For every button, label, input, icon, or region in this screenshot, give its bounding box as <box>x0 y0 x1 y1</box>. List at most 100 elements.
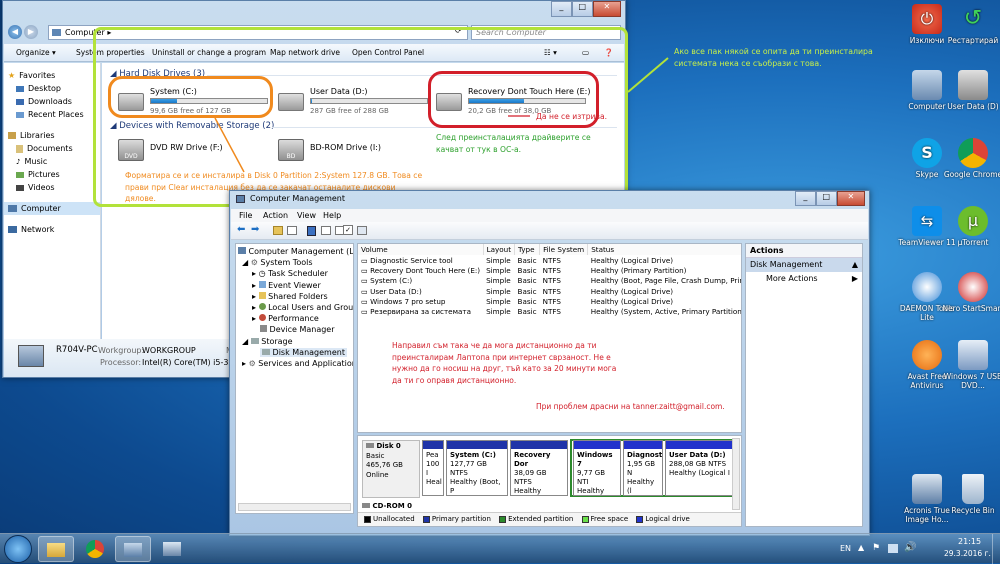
type-cell: Basic <box>517 276 537 286</box>
partition-win7-setup[interactable]: Windows 79,77 GB NTIHealthy (Lo <box>573 440 621 496</box>
disk0-label[interactable]: Disk 0 Basic 465,76 GB Online <box>362 440 420 498</box>
volume-cell: ▭ Diagnostic Service tool <box>361 255 453 265</box>
tree-event-viewer[interactable]: ▸ Event Viewer <box>236 280 353 291</box>
more-actions-item[interactable]: More Actions ▶ <box>746 272 862 286</box>
tree-local-users[interactable]: ▸ Local Users and Groups <box>236 302 353 313</box>
clock-date[interactable]: 29.3.2016 г. <box>944 549 991 558</box>
green-connector-line <box>627 57 669 93</box>
close-button[interactable]: ✕ <box>836 191 866 206</box>
show-desktop-button[interactable] <box>992 534 1000 564</box>
menu-view[interactable]: View <box>297 209 316 222</box>
fs-cell: NTFS <box>542 265 561 275</box>
table-row[interactable]: ▭ Diagnostic Service tool Simple Basic NTFS… <box>358 255 741 265</box>
volume-list: Volume Layout Type File System Status ▭ … <box>357 243 742 433</box>
windows-usb-tool-icon <box>958 340 988 370</box>
forward-arrow-icon[interactable]: ➡ <box>251 224 259 235</box>
col-layout[interactable]: Layout <box>483 244 516 255</box>
col-filesystem[interactable]: File System <box>539 244 589 255</box>
tree-shared-folders[interactable]: ▸ Shared Folders <box>236 291 353 302</box>
table-row[interactable]: ▭ Windows 7 pro setup Simple Basic NTFS Heal… <box>358 296 741 306</box>
menu-file[interactable]: File <box>239 209 252 222</box>
tray-network-icon[interactable] <box>888 544 898 553</box>
desktop-icon-restart[interactable]: ↺ Рестартирай <box>942 4 1000 45</box>
annotation-red-text: Да не се изтрива. <box>536 112 608 121</box>
partition-diagnostic[interactable]: Diagnost 1,95 GB N Healthy (l <box>623 440 663 496</box>
legend-swatch <box>499 515 507 523</box>
folder-icon <box>47 543 65 557</box>
maximize-button[interactable]: □ <box>815 191 837 206</box>
console-tree-icon[interactable] <box>287 226 297 235</box>
up-folder-icon[interactable] <box>273 226 283 235</box>
legend-swatch <box>422 515 430 523</box>
type-cell: Basic <box>517 286 537 296</box>
grid-view-icon[interactable] <box>357 226 367 235</box>
volume-cell: ▭ System (C:) <box>361 276 413 286</box>
help-book-icon[interactable] <box>307 226 316 236</box>
table-row[interactable]: ▭ Резервирана за системата Simple Basic NTF… <box>358 306 741 316</box>
disk0-name: Disk 0 <box>366 442 416 452</box>
legend-label: Logical drive <box>645 515 690 523</box>
volume-cell: ▭ Recovery Dont Touch Here (E:) <box>361 265 481 275</box>
minimize-button[interactable]: _ <box>795 191 816 206</box>
desktop-icon-user-data[interactable]: User Data (D) <box>942 70 1000 111</box>
partition-user-data[interactable]: User Data (D:) 288,08 GB NTFS Healthy (Log… <box>665 440 735 496</box>
taskbar-computer-management[interactable] <box>115 536 151 562</box>
actions-title: Actions <box>746 244 862 258</box>
desktop-icon-recycle-bin[interactable]: Recycle Bin <box>942 474 1000 515</box>
actions-section-disk-management[interactable]: Disk Management ▲ <box>746 258 862 272</box>
properties-icon[interactable] <box>321 226 331 235</box>
desktop-icon-utorrent[interactable]: µ µTorrent <box>942 206 1000 247</box>
col-type[interactable]: Type <box>514 244 541 255</box>
tree-storage[interactable]: ◢ Storage <box>236 336 353 347</box>
desktop-icon-win7-usb[interactable]: Windows 7 USB DVD... <box>942 340 1000 390</box>
users-icon <box>258 302 266 310</box>
power-icon: ⏻ <box>912 4 942 34</box>
collapse-icon: ▲ <box>851 260 858 269</box>
nero-icon <box>958 272 988 302</box>
language-indicator[interactable]: EN <box>840 544 851 553</box>
tree-performance[interactable]: ▸ Performance <box>236 313 353 324</box>
table-row[interactable]: ▭ System (C:) Simple Basic NTFS Healthy (Boo… <box>358 276 741 286</box>
table-row[interactable]: ▭ Recovery Dont Touch Here (E:) Simple Bas… <box>358 265 741 275</box>
menu-help[interactable]: Help <box>323 209 341 222</box>
partition-header <box>666 441 734 449</box>
table-row[interactable]: ▭ User Data (D:) Simple Basic NTFS Healthy (… <box>358 286 741 296</box>
tray-up-arrow-icon[interactable]: ▲ <box>858 543 864 552</box>
menu-action[interactable]: Action <box>263 209 288 222</box>
desktop-icon-chrome[interactable]: Google Chrome <box>942 138 1000 179</box>
taskbar-network-app[interactable] <box>154 536 190 562</box>
check-disk-icon[interactable]: ✓ <box>343 225 353 235</box>
tree-services-apps[interactable]: ▸ ⚙ Services and Applications <box>236 358 353 369</box>
cm-window-controls: _ □ ✕ <box>795 191 866 206</box>
tray-flag-icon[interactable]: ⚑ <box>872 543 880 553</box>
taskbar-chrome[interactable] <box>77 536 113 562</box>
start-button[interactable] <box>4 535 32 563</box>
col-status[interactable]: Status <box>587 244 741 255</box>
legend-swatch <box>364 515 371 523</box>
disk-graphical-view: Disk 0 Basic 465,76 GB Online Pea 100 I He… <box>357 435 742 527</box>
clock-icon: ◷ <box>258 269 266 279</box>
tray-volume-icon[interactable]: 🔊 <box>904 542 916 553</box>
back-arrow-icon[interactable]: ⬅ <box>237 224 245 235</box>
tree-system-tools[interactable]: ◢ ⚙ System Tools <box>236 257 353 268</box>
partition-recovery[interactable]: Recovery Dor38,09 GB NTFSHealthy (Prima <box>510 440 568 496</box>
col-volume[interactable]: Volume <box>358 244 484 255</box>
type-cell: Basic <box>517 265 537 275</box>
tree-disk-management[interactable]: Disk Management <box>236 347 353 358</box>
cdrom-label[interactable]: CD-ROM 0 <box>362 502 412 510</box>
desktop-icon-nero[interactable]: Nero StartSmart <box>942 272 1000 313</box>
tree-scrollbar[interactable] <box>238 503 351 511</box>
partition-system[interactable]: System (C:) 127,77 GB NTFS Healthy (Boot, … <box>446 440 508 496</box>
legend-swatch <box>636 515 644 523</box>
annotation-green-right: Ако все пак някой се опита да ти преинст… <box>674 47 873 68</box>
clock-time[interactable]: 21:15 <box>958 537 981 546</box>
partition-reserved[interactable]: Pea 100 I Heal <box>422 440 444 496</box>
tree-device-manager[interactable]: Device Manager <box>236 324 353 335</box>
performance-icon <box>258 314 266 322</box>
taskbar-explorer[interactable] <box>38 536 74 562</box>
tree-root[interactable]: Computer Management (Local <box>236 246 353 257</box>
cm-toolbar: ⬅ ➡ ✓ <box>231 222 868 240</box>
tree-task-scheduler[interactable]: ▸ ◷ Task Scheduler <box>236 268 353 279</box>
disk-view-scrollbar[interactable] <box>732 438 740 510</box>
actions-pane: Actions Disk Management ▲ More Actions ▶ <box>745 243 863 527</box>
